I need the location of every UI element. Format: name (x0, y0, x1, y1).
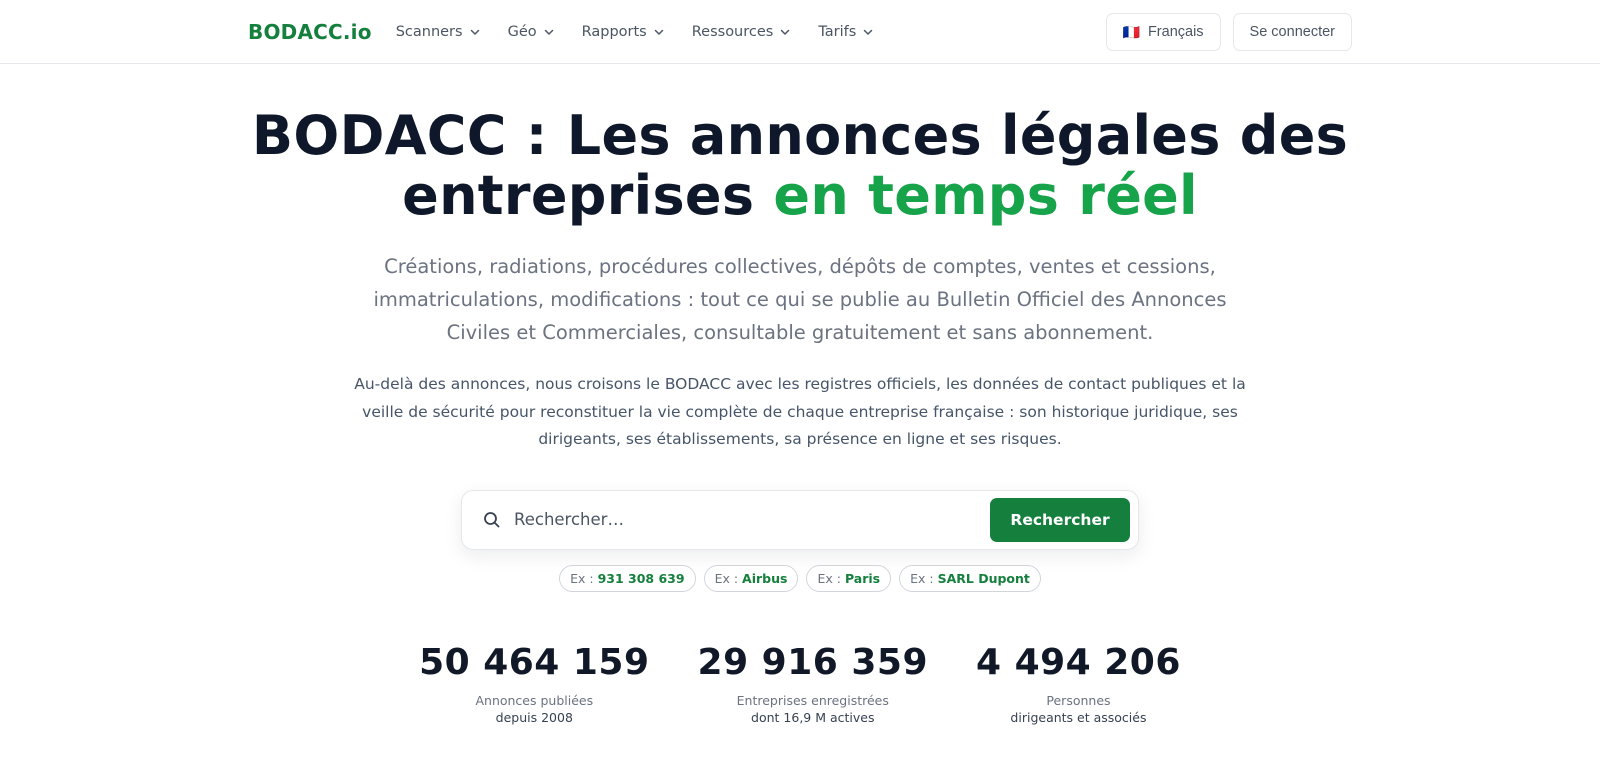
menu-item-scanners[interactable]: Scanners (396, 24, 481, 40)
brand-logo-link[interactable]: BODACC.io (248, 20, 372, 44)
top-navbar: BODACC.io Scanners Géo Rapports Ressourc… (0, 0, 1600, 64)
language-selector-button[interactable]: 🇫🇷 Français (1105, 13, 1221, 51)
stat-label: Annonces publiées (475, 692, 594, 708)
search-input[interactable] (514, 510, 990, 529)
title-line-2: entreprises (402, 164, 755, 227)
menu-item-tarifs[interactable]: Tarifs (818, 24, 874, 40)
french-flag-icon: 🇫🇷 (1122, 23, 1140, 40)
navbar-inner: BODACC.io Scanners Géo Rapports Ressourc… (248, 0, 1352, 64)
title-accent: en temps réel (773, 164, 1198, 227)
page-title: BODACC : Les annonces légales des entrep… (0, 106, 1600, 226)
stat-personnes: 4 494 206 Personnes dirigeants et associ… (976, 642, 1181, 725)
stats-row: 50 464 159 Annonces publiées depuis 2008… (0, 642, 1600, 725)
example-chip[interactable]: Ex : SARL Dupont (899, 564, 1041, 592)
stat-value: 29 916 359 (697, 641, 928, 683)
chevron-down-icon (864, 29, 873, 35)
example-prefix: Ex : (817, 570, 841, 586)
menu-item-label: Géo (507, 24, 537, 40)
example-value: 931 308 639 (597, 570, 685, 586)
example-value: Paris (844, 570, 881, 586)
stat-value: 4 494 206 (976, 641, 1181, 683)
example-chip[interactable]: Ex : Paris (806, 564, 892, 592)
search-icon (484, 511, 500, 527)
search-examples: Ex : 931 308 639 Ex : Airbus Ex : Paris … (0, 564, 1600, 592)
title-line-1: BODACC : Les annonces légales des (251, 104, 1349, 167)
menu-item-rapports[interactable]: Rapports (582, 24, 665, 40)
stat-label: Entreprises enregistrées (736, 692, 889, 708)
main-menu: Scanners Géo Rapports Ressources Tarifs (396, 24, 902, 40)
search-bar: Rechercher (461, 489, 1139, 550)
navbar-right: 🇫🇷 Français Se connecter (1105, 13, 1352, 51)
chevron-down-icon (544, 29, 553, 35)
example-value: SARL Dupont (937, 570, 1030, 586)
stat-annonces: 50 464 159 Annonces publiées depuis 2008 (419, 642, 649, 725)
menu-item-label: Scanners (395, 24, 463, 40)
menu-item-label: Ressources (691, 24, 774, 40)
example-chip[interactable]: Ex : Airbus (703, 564, 799, 592)
example-value: Airbus (742, 570, 788, 586)
language-label: Français (1147, 24, 1204, 40)
login-button[interactable]: Se connecter (1232, 13, 1352, 51)
stat-sublabel: dirigeants et associés (1010, 709, 1147, 725)
example-prefix: Ex : (570, 570, 594, 586)
menu-item-ressources[interactable]: Ressources (692, 24, 792, 40)
chevron-down-icon (781, 29, 790, 35)
hero-description: Au-delà des annonces, nous croisons le B… (354, 375, 1246, 448)
example-prefix: Ex : (714, 570, 739, 586)
stat-sublabel: dont 16,9 M actives (751, 709, 875, 725)
chevron-down-icon (654, 29, 663, 35)
menu-item-label: Tarifs (818, 24, 857, 40)
stat-sublabel: depuis 2008 (495, 709, 573, 725)
menu-item-label: Rapports (581, 24, 647, 40)
search-button[interactable]: Rechercher (990, 497, 1130, 542)
hero-lead: Créations, radiations, procédures collec… (373, 255, 1227, 344)
hero-section: BODACC : Les annonces légales des entrep… (0, 106, 1600, 725)
stat-label: Personnes (1046, 692, 1111, 708)
stat-value: 50 464 159 (419, 641, 650, 683)
chevron-down-icon (470, 29, 479, 35)
example-prefix: Ex : (910, 570, 934, 586)
menu-item-geo[interactable]: Géo (508, 24, 555, 40)
stat-entreprises: 29 916 359 Entreprises enregistrées dont… (698, 642, 928, 725)
example-chip[interactable]: Ex : 931 308 639 (559, 564, 696, 592)
